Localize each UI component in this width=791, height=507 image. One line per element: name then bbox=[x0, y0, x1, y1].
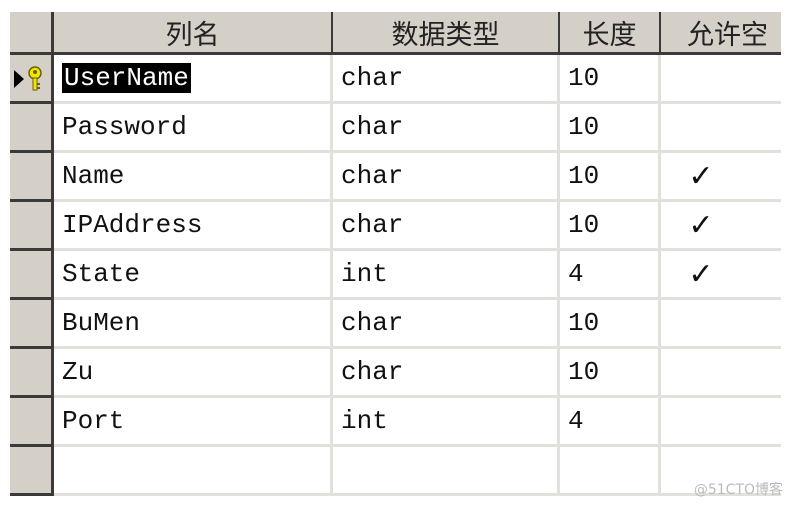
cell-length[interactable] bbox=[560, 447, 661, 496]
row-selector[interactable] bbox=[10, 447, 54, 496]
cell-column-name[interactable] bbox=[54, 447, 333, 496]
column-header-type[interactable]: 数据类型 bbox=[333, 12, 560, 52]
current-row-arrow-icon bbox=[14, 70, 24, 88]
cell-allow-null[interactable]: ✓ bbox=[661, 202, 781, 251]
watermark: @51CTO博客 bbox=[693, 482, 783, 498]
check-icon: ✓ bbox=[688, 158, 714, 194]
cell-allow-null[interactable] bbox=[661, 55, 781, 104]
table-row[interactable]: Zu char 10 bbox=[10, 349, 781, 398]
table-row[interactable]: BuMen char 10 bbox=[10, 300, 781, 349]
cell-data-type[interactable]: char bbox=[333, 55, 560, 104]
grid-header: 列名 数据类型 长度 允许空 bbox=[10, 12, 781, 55]
table-row[interactable]: UserName char 10 bbox=[10, 55, 781, 104]
cell-data-type[interactable]: char bbox=[333, 104, 560, 153]
cell-allow-null[interactable] bbox=[661, 300, 781, 349]
cell-data-type[interactable]: char bbox=[333, 153, 560, 202]
column-header-length[interactable]: 长度 bbox=[560, 12, 661, 52]
cell-data-type[interactable]: int bbox=[333, 398, 560, 447]
cell-length[interactable]: 10 bbox=[560, 104, 661, 153]
cell-allow-null[interactable] bbox=[661, 104, 781, 153]
row-selector[interactable] bbox=[10, 153, 54, 202]
cell-column-name[interactable]: Password bbox=[54, 104, 333, 153]
row-selector[interactable] bbox=[10, 251, 54, 300]
cell-allow-null[interactable]: ✓ bbox=[661, 153, 781, 202]
row-selector[interactable] bbox=[10, 202, 54, 251]
cell-length[interactable]: 10 bbox=[560, 55, 661, 104]
cell-column-name[interactable]: State bbox=[54, 251, 333, 300]
cell-length[interactable]: 10 bbox=[560, 349, 661, 398]
cell-allow-null[interactable]: ✓ bbox=[661, 251, 781, 300]
table-row[interactable]: Name char 10 ✓ bbox=[10, 153, 781, 202]
column-header-nullable[interactable]: 允许空 bbox=[661, 12, 781, 52]
table-row[interactable]: State int 4 ✓ bbox=[10, 251, 781, 300]
table-row[interactable]: Password char 10 bbox=[10, 104, 781, 153]
cell-length[interactable]: 10 bbox=[560, 153, 661, 202]
cell-column-name[interactable]: Zu bbox=[54, 349, 333, 398]
cell-column-name[interactable]: IPAddress bbox=[54, 202, 333, 251]
cell-allow-null[interactable] bbox=[661, 398, 781, 447]
row-selector[interactable] bbox=[10, 349, 54, 398]
cell-data-type[interactable]: char bbox=[333, 202, 560, 251]
header-corner bbox=[10, 12, 54, 52]
primary-key-icon bbox=[28, 66, 42, 91]
cell-length[interactable]: 10 bbox=[560, 300, 661, 349]
row-selector[interactable] bbox=[10, 104, 54, 153]
cell-column-name[interactable]: Name bbox=[54, 153, 333, 202]
table-row[interactable]: IPAddress char 10 ✓ bbox=[10, 202, 781, 251]
check-icon: ✓ bbox=[688, 207, 714, 243]
cell-data-type[interactable] bbox=[333, 447, 560, 496]
row-selector[interactable] bbox=[10, 398, 54, 447]
row-selector[interactable] bbox=[10, 300, 54, 349]
selected-text[interactable]: UserName bbox=[62, 63, 191, 93]
cell-column-name[interactable]: Port bbox=[54, 398, 333, 447]
cell-length[interactable]: 4 bbox=[560, 398, 661, 447]
check-icon: ✓ bbox=[688, 256, 714, 292]
cell-allow-null[interactable] bbox=[661, 349, 781, 398]
cell-length[interactable]: 4 bbox=[560, 251, 661, 300]
table-row-new[interactable] bbox=[10, 447, 781, 496]
cell-data-type[interactable]: char bbox=[333, 300, 560, 349]
row-selector[interactable] bbox=[10, 55, 54, 104]
cell-data-type[interactable]: int bbox=[333, 251, 560, 300]
cell-column-name[interactable]: BuMen bbox=[54, 300, 333, 349]
cell-column-name[interactable]: UserName bbox=[54, 55, 333, 104]
cell-length[interactable]: 10 bbox=[560, 202, 661, 251]
table-row[interactable]: Port int 4 bbox=[10, 398, 781, 447]
table-designer-grid: 列名 数据类型 长度 允许空 UserName char 10 Password… bbox=[10, 12, 781, 496]
cell-data-type[interactable]: char bbox=[333, 349, 560, 398]
column-header-name[interactable]: 列名 bbox=[54, 12, 333, 52]
